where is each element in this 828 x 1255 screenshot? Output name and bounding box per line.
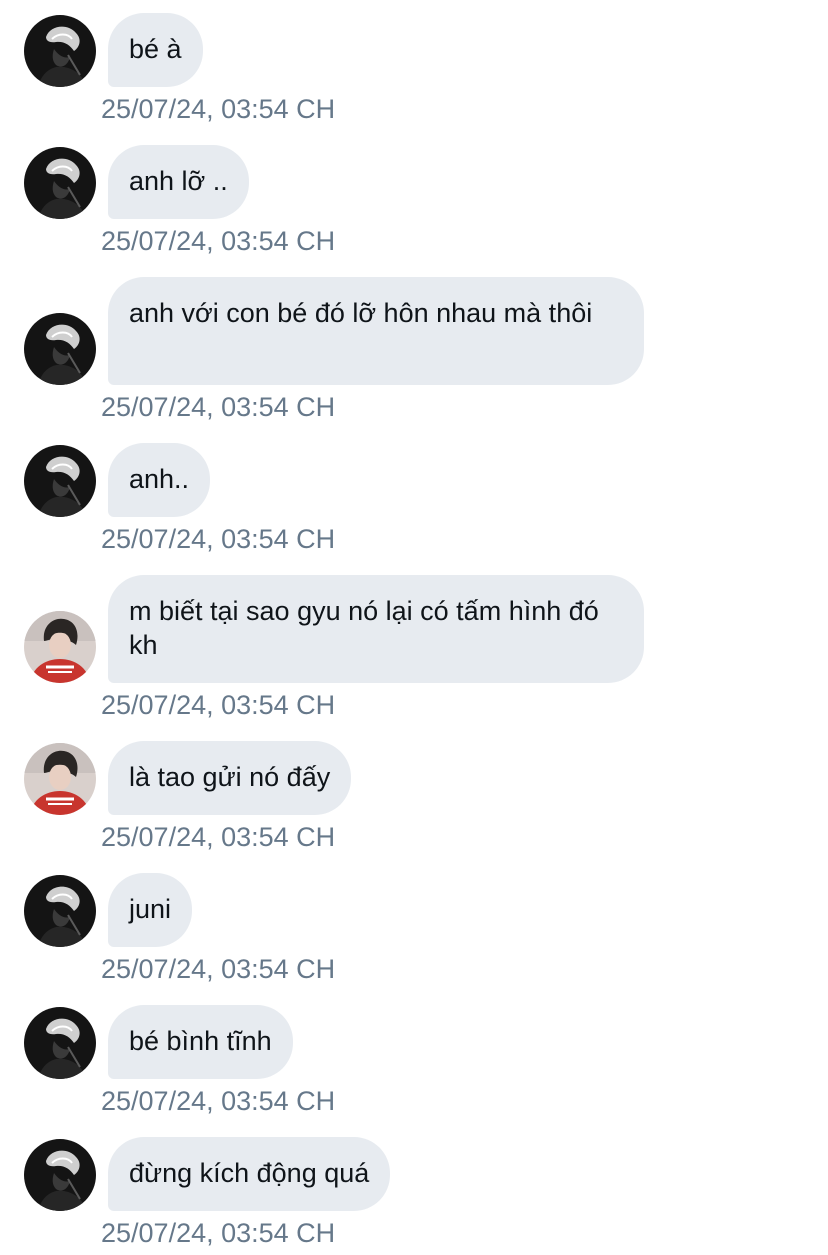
message-timestamp: 25/07/24, 03:54 CH	[101, 524, 336, 554]
message-timestamp: 25/07/24, 03:54 CH	[101, 1086, 336, 1116]
message-timestamp: 25/07/24, 03:54 CH	[101, 954, 336, 984]
message-bubble[interactable]: anh..	[108, 443, 211, 517]
avatar-dark[interactable]	[24, 1139, 96, 1211]
avatar-red-hoodie[interactable]	[24, 611, 96, 683]
avatar-dark[interactable]	[24, 445, 96, 517]
message-timestamp: 25/07/24, 03:54 CH	[101, 226, 336, 256]
message-bubble[interactable]: juni	[108, 873, 193, 947]
message-timestamp: 25/07/24, 03:54 CH	[101, 94, 336, 124]
message-bubble[interactable]: bé à	[108, 13, 203, 87]
message-bubble[interactable]: đừng kích động quá	[108, 1137, 391, 1211]
message-timestamp: 25/07/24, 03:54 CH	[101, 392, 336, 422]
message-timestamp: 25/07/24, 03:54 CH	[101, 1218, 336, 1248]
message-timestamp: 25/07/24, 03:54 CH	[101, 690, 336, 720]
message-bubble[interactable]: anh lỡ ..	[108, 145, 249, 219]
avatar-dark[interactable]	[24, 875, 96, 947]
avatar-dark[interactable]	[24, 313, 96, 385]
avatar-dark[interactable]	[24, 15, 96, 87]
message-timestamp: 25/07/24, 03:54 CH	[101, 822, 336, 852]
message-bubble[interactable]: m biết tại sao gyu nó lại có tấm hình đó…	[108, 575, 644, 683]
message-bubble[interactable]: bé bình tĩnh	[108, 1005, 293, 1079]
message-bubble[interactable]: anh với con bé đó lỡ hôn nhau mà thôi	[108, 277, 644, 385]
avatar-red-hoodie[interactable]	[24, 743, 96, 815]
message-bubble[interactable]: là tao gửi nó đấy	[108, 741, 352, 815]
avatar-dark[interactable]	[24, 147, 96, 219]
avatar-dark[interactable]	[24, 1007, 96, 1079]
